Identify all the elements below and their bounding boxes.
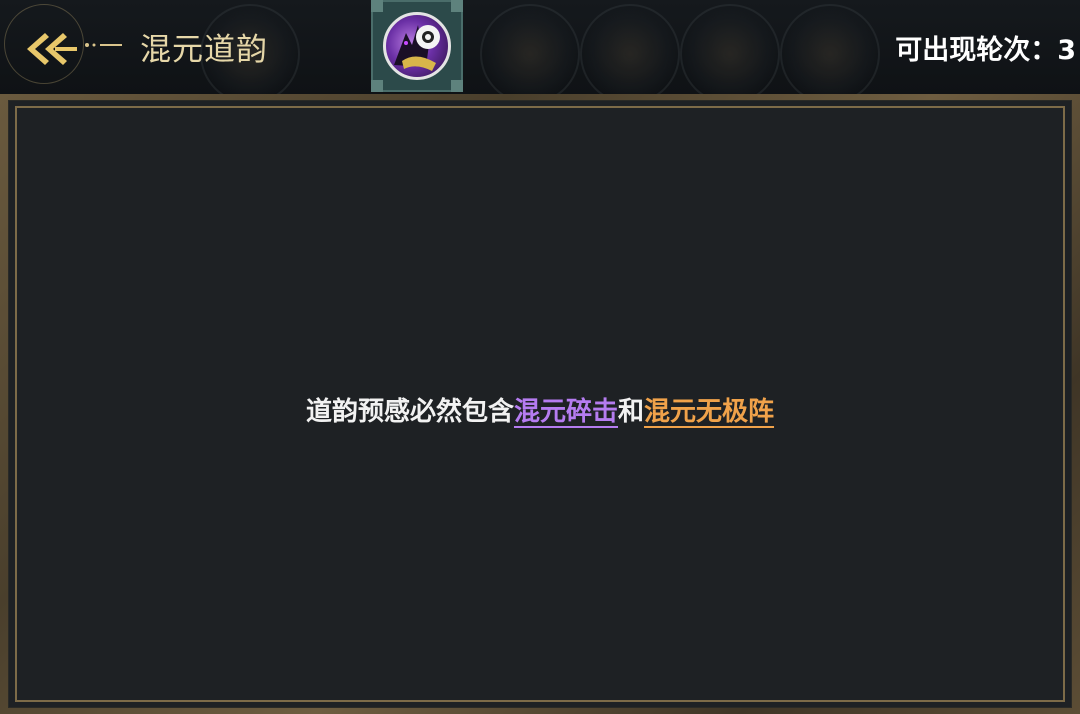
background-medallion — [580, 4, 680, 94]
badge-frame-corner — [371, 80, 383, 92]
back-button[interactable] — [4, 4, 84, 84]
title-divider-decoration — [85, 43, 122, 47]
hint-text: 道韵预感必然包含混元碎击和混元无极阵 — [9, 391, 1071, 428]
mystic-beast-skill-icon — [383, 12, 451, 80]
top-bar: 混元道韵 可出现轮次：3 — [0, 0, 1080, 94]
skill-link-hunyuan-wujizhen[interactable]: 混元无极阵 — [644, 397, 774, 427]
background-medallion — [780, 4, 880, 94]
double-chevron-left-icon — [27, 33, 77, 65]
rounds-available-label: 可出现轮次：3 — [895, 35, 1076, 66]
content-panel: 道韵预感必然包含混元碎击和混元无极阵 — [8, 100, 1072, 708]
badge-frame-corner — [451, 80, 463, 92]
background-medallion — [680, 4, 780, 94]
screen-title: 混元道韵 — [140, 32, 268, 68]
skill-link-hunyuan-suiji[interactable]: 混元碎击 — [514, 397, 618, 427]
badge-frame-corner — [371, 0, 383, 12]
skill-badge[interactable] — [371, 0, 463, 92]
hint-conjunction: 和 — [618, 397, 645, 427]
badge-frame-corner — [451, 0, 463, 12]
background-medallion — [480, 4, 580, 94]
content-panel-frame: 道韵预感必然包含混元碎击和混元无极阵 — [0, 94, 1080, 714]
hint-prefix: 道韵预感必然包含 — [305, 397, 514, 427]
